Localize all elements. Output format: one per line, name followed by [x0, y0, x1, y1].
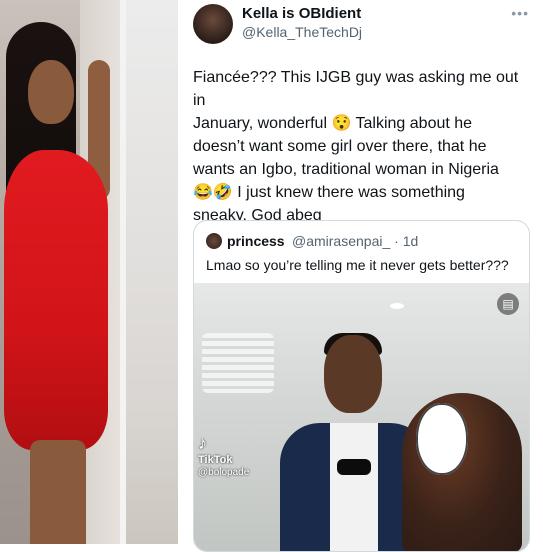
more-horizontal-icon[interactable]: •••: [511, 5, 529, 21]
quoted-text: Lmao so you’re telling me it never gets …: [206, 257, 509, 273]
tweet-text-line: Fiancée??? This IJGB guy was asking me o…: [193, 69, 519, 109]
quoted-handle[interactable]: @amirasenpai_ · 1d: [292, 233, 418, 249]
tiktok-watermark: ♪ TikTok @bolopade: [198, 433, 268, 478]
blurred-strip: [126, 0, 178, 544]
quoted-display-name[interactable]: princess: [227, 233, 285, 249]
tweet-text-line: wants an Igbo, traditional woman in Nige…: [193, 161, 499, 178]
tweet-text-line: doesn’t want some girl over there, that …: [193, 138, 487, 155]
avatar[interactable]: [193, 4, 233, 44]
red-dress: [4, 150, 108, 450]
woman-legs: [30, 440, 86, 544]
quoted-tweet[interactable]: princess @amirasenpai_ · 1d Lmao so you’…: [193, 220, 530, 552]
left-photo: [0, 0, 120, 544]
white-shirt: [330, 423, 378, 551]
quoted-media[interactable]: ▤ ♪ TikTok @bolopade: [194, 283, 529, 551]
tweet-text-line: January, wonderful 😯 Talking about he: [193, 115, 473, 132]
media-badge-icon[interactable]: ▤: [497, 293, 519, 315]
ceiling-light: [390, 303, 404, 309]
quoted-avatar[interactable]: [206, 233, 222, 249]
display-name[interactable]: Kella is OBIdient: [242, 5, 361, 22]
tiktok-icon: ♪: [198, 433, 207, 453]
scribbled-face: [416, 403, 468, 475]
bow-tie: [337, 459, 371, 475]
tiktok-brand: TikTok: [198, 454, 233, 466]
tiktok-user: @bolopade: [198, 467, 250, 478]
chandelier: [202, 333, 274, 393]
tweet-text-line: 😂🤣 I just knew there was something: [193, 184, 465, 201]
man-face: [324, 335, 382, 413]
woman-face: [28, 60, 74, 124]
tweet-text: Fiancée??? This IJGB guy was asking me o…: [193, 66, 533, 227]
tweet-card[interactable]: Kella is OBIdient @Kella_TheTechDj ••• F…: [183, 0, 539, 552]
user-handle[interactable]: @Kella_TheTechDj: [242, 24, 362, 40]
